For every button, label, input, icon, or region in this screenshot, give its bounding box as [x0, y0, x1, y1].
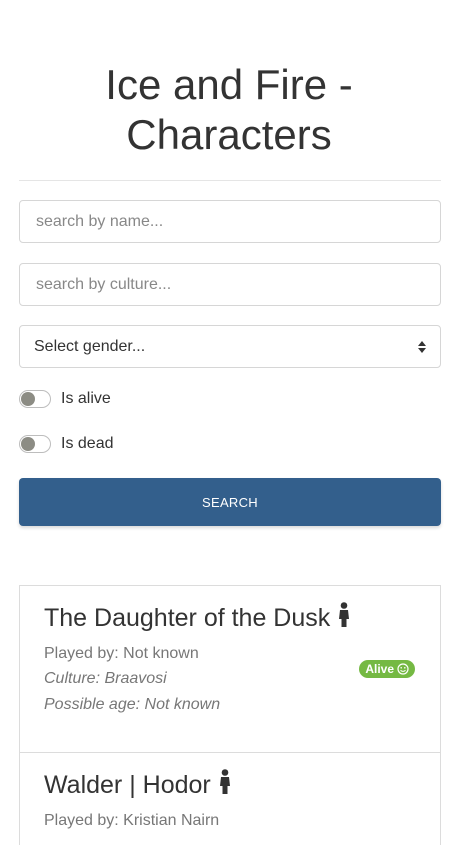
search-button[interactable]: SEARCH [19, 478, 441, 526]
status-badge-text: Alive [365, 662, 394, 676]
character-name-text: The Daughter of the Dusk [44, 604, 331, 632]
alive-toggle-label: Is alive [61, 390, 111, 407]
dead-toggle-row[interactable]: Is dead [19, 435, 113, 453]
character-name-text: Walder | Hodor [44, 771, 211, 799]
alive-toggle[interactable] [19, 390, 51, 408]
culture-search-input[interactable] [34, 274, 426, 295]
title-divider [19, 180, 441, 181]
character-card[interactable]: Walder | Hodor Played by: Kristian Nairn [20, 753, 440, 843]
culture-search-field[interactable] [19, 263, 441, 306]
status-badge: Alive [359, 660, 415, 678]
select-caret-icon [418, 340, 426, 353]
culture: Culture: Braavosi [44, 670, 167, 687]
toggle-knob [21, 437, 35, 451]
person-icon [219, 769, 231, 802]
character-name: The Daughter of the Dusk [44, 602, 350, 635]
name-search-input[interactable] [34, 211, 426, 232]
gender-select-value: Select gender... [34, 337, 146, 355]
dead-toggle[interactable] [19, 435, 51, 453]
character-card[interactable]: The Daughter of the Dusk Played by: Not … [20, 586, 440, 753]
played-by: Played by: Kristian Nairn [44, 812, 220, 829]
results-list: The Daughter of the Dusk Played by: Not … [19, 585, 441, 845]
dead-toggle-label: Is dead [61, 435, 114, 452]
smile-icon [397, 663, 409, 675]
person-icon [338, 602, 350, 635]
page-title: Ice and Fire - Characters [0, 60, 458, 160]
toggle-knob [21, 392, 35, 406]
name-search-field[interactable] [19, 200, 441, 243]
played-by: Played by: Not known [44, 645, 199, 662]
page-title-text: Ice and Fire - Characters [105, 61, 353, 158]
character-name: Walder | Hodor [44, 769, 231, 802]
possible-age: Possible age: Not known [44, 696, 221, 713]
gender-select[interactable]: Select gender... [19, 325, 441, 368]
alive-toggle-row[interactable]: Is alive [19, 390, 111, 408]
